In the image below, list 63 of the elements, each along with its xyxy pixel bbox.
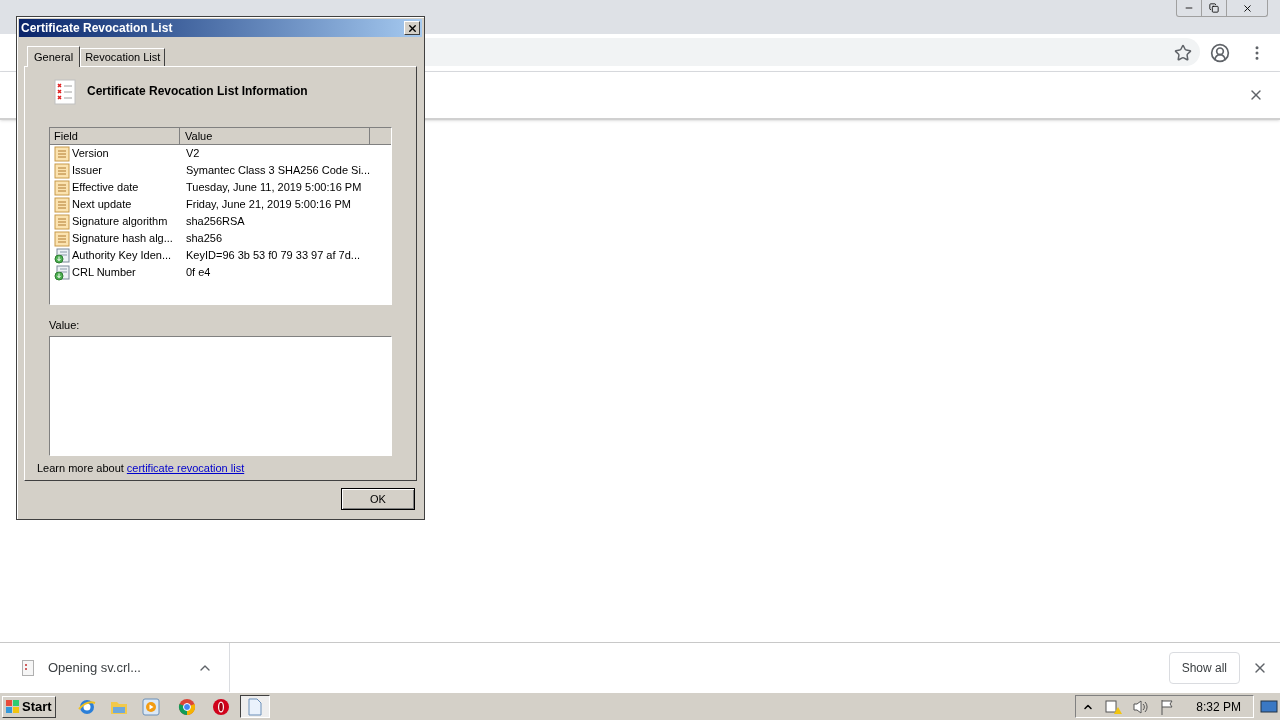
- window-title: Certificate Revocation List: [21, 20, 173, 37]
- close-button[interactable]: [404, 21, 420, 35]
- field-value: KeyID=96 3b 53 f0 79 33 97 af 7d...: [185, 248, 360, 264]
- document-download-icon: [54, 247, 70, 264]
- certificate-list-icon: [53, 79, 77, 105]
- document-icon: [54, 196, 70, 213]
- list-row[interactable]: Next update Friday, June 21, 2019 5:00:16 PM: [50, 196, 391, 213]
- list-row[interactable]: Signature hash alg... sha256: [50, 230, 391, 247]
- learn-more-text: Learn more about: [37, 460, 124, 476]
- close-icon: [1241, 2, 1253, 14]
- taskbar-button[interactable]: [239, 695, 270, 718]
- chrome-icon: [177, 697, 196, 716]
- field-name: Signature hash alg...: [72, 231, 173, 247]
- document-icon: [54, 145, 70, 162]
- field-name: Authority Key Iden...: [72, 248, 172, 264]
- column-header[interactable]: Field: [50, 128, 180, 145]
- tab[interactable]: Revocation List: [80, 48, 166, 66]
- document-icon: [246, 697, 263, 716]
- close-icon: [406, 22, 418, 34]
- file-icon: [22, 659, 34, 676]
- list-row[interactable]: CRL Number 0f e4: [50, 264, 391, 281]
- field-name: Next update: [72, 197, 132, 213]
- column-header[interactable]: Value: [180, 128, 370, 145]
- show-all-button[interactable]: Show all: [1168, 651, 1240, 684]
- document-icon: [54, 162, 70, 179]
- globe-e-icon[interactable]: [77, 697, 96, 716]
- account-icon[interactable]: [1210, 42, 1230, 63]
- field-name: Version: [72, 146, 109, 162]
- opera-icon: [211, 697, 230, 716]
- list-row[interactable]: Issuer Symantec Class 3 SHA256 Code Si...: [50, 162, 391, 179]
- list-row[interactable]: Authority Key Iden... KeyID=96 3b 53 f0 79 33 97 af 7d...: [50, 247, 391, 264]
- desktop-icon[interactable]: [1260, 698, 1278, 715]
- field-value: 0f e4: [185, 265, 211, 281]
- document-download-icon: [54, 264, 70, 281]
- list-row[interactable]: Effective date Tuesday, June 11, 2019 5:00:16 PM: [50, 179, 391, 196]
- list-row[interactable]: Signature algorithm sha256RSA: [50, 213, 391, 230]
- field-value: V2: [185, 146, 200, 162]
- field-value: sha256RSA: [185, 214, 245, 230]
- learn-more-link[interactable]: certificate revocation list: [126, 459, 245, 476]
- field-value: Tuesday, June 11, 2019 5:00:16 PM: [185, 180, 362, 196]
- restore-icon: [1209, 3, 1219, 13]
- field-name: Issuer: [72, 163, 102, 179]
- list-row[interactable]: Version V2: [50, 145, 391, 162]
- tab[interactable]: General: [27, 46, 81, 67]
- ok-button[interactable]: OK: [341, 488, 415, 510]
- field-value: Friday, June 21, 2019 5:00:16 PM: [185, 197, 351, 213]
- download-filename: Opening sv.crl...: [48, 658, 142, 677]
- bookmark-star-icon[interactable]: [1174, 43, 1192, 62]
- document-icon: [54, 179, 70, 196]
- field-name: Signature algorithm: [72, 214, 168, 230]
- heading: Certificate Revocation List Information: [87, 83, 308, 100]
- document-icon: [54, 230, 70, 247]
- network-warning-icon[interactable]: [1104, 698, 1123, 715]
- start-button[interactable]: Start: [2, 695, 56, 718]
- document-icon: [54, 213, 70, 230]
- field-name: CRL Number: [72, 265, 136, 281]
- field-name: Effective date: [72, 180, 139, 196]
- windows-logo-icon: [6, 699, 20, 714]
- field-value: sha256: [185, 231, 223, 247]
- clock: 8:32 PM: [1196, 698, 1241, 716]
- field-value: Symantec Class 3 SHA256 Code Si...: [185, 163, 371, 179]
- speaker-icon[interactable]: [1132, 698, 1151, 715]
- value-label: Value:: [49, 318, 81, 333]
